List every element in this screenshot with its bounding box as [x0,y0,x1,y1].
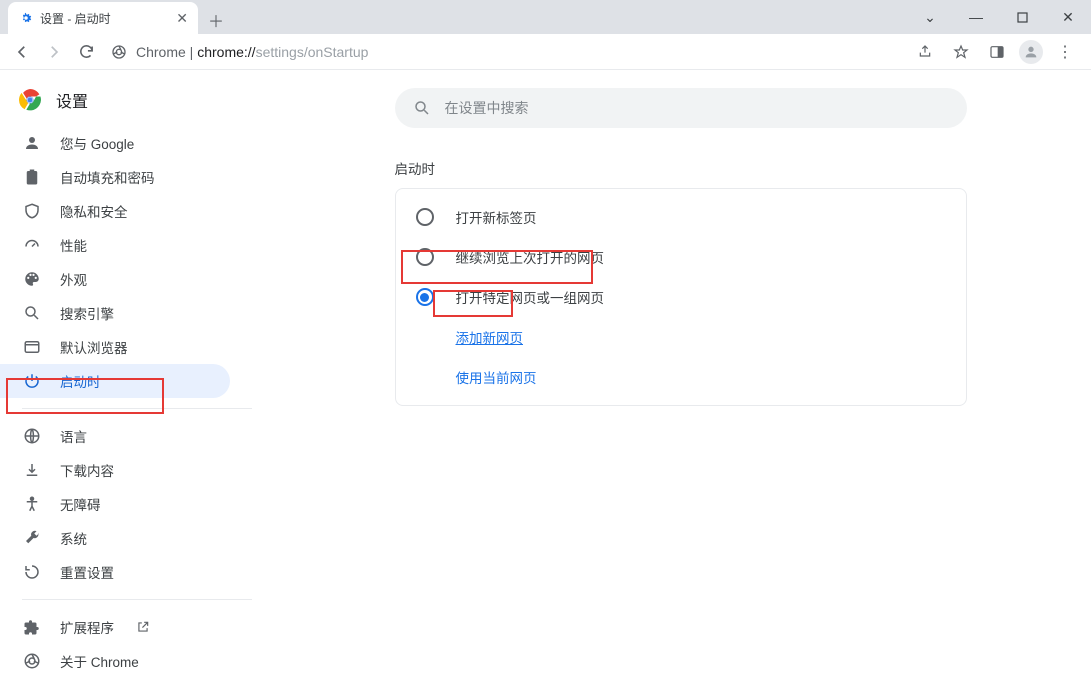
settings-main: 启动时 打开新标签页 继续浏览上次打开的网页 打开特定网页或一组网页 添加新网页 [270,70,1091,660]
sidebar-divider [22,599,252,600]
profile-avatar[interactable] [1019,40,1043,64]
minimize-button[interactable]: — [953,0,999,34]
startup-card: 打开新标签页 继续浏览上次打开的网页 打开特定网页或一组网页 添加新网页 使用当… [395,188,967,406]
share-icon[interactable] [911,38,939,66]
palette-icon [22,269,42,289]
sidebar-item-you-and-google[interactable]: 您与 Google [0,126,230,160]
close-tab-icon[interactable]: ✕ [176,10,188,27]
extension-icon [22,617,42,637]
sidebar-header: 设置 [0,88,270,126]
sidebar-item-privacy[interactable]: 隐私和安全 [0,194,230,228]
search-input[interactable] [445,100,949,116]
sidebar-item-label: 关于 Chrome [60,651,139,671]
sidebar-divider [22,408,252,409]
sidebar-item-reset[interactable]: 重置设置 [0,555,230,589]
sidebar-item-label: 启动时 [60,371,101,391]
gear-icon [18,10,34,26]
sidebar-item-label: 您与 Google [60,133,134,153]
use-current-pages-link[interactable]: 使用当前网页 [456,371,537,386]
reload-button[interactable] [72,38,100,66]
radio-icon [416,248,434,266]
on-startup-section: 启动时 打开新标签页 继续浏览上次打开的网页 打开特定网页或一组网页 添加新网页 [395,158,967,406]
sidepanel-icon[interactable] [983,38,1011,66]
speedometer-icon [22,235,42,255]
url-text: Chrome | chrome://settings/onStartup [136,44,368,60]
wrench-icon [22,528,42,548]
sidebar-item-autofill[interactable]: 自动填充和密码 [0,160,230,194]
bookmark-icon[interactable] [947,38,975,66]
back-button[interactable] [8,38,36,66]
radio-label: 继续浏览上次打开的网页 [456,247,605,267]
sidebar-item-label: 搜索引擎 [60,303,114,323]
sidebar-item-performance[interactable]: 性能 [0,228,230,262]
sidebar-item-label: 自动填充和密码 [60,167,155,187]
forward-button[interactable] [40,38,68,66]
radio-label: 打开特定网页或一组网页 [456,287,605,307]
address-bar[interactable]: Chrome | chrome://settings/onStartup [104,43,907,61]
sidebar-item-system[interactable]: 系统 [0,521,230,555]
sidebar-item-accessibility[interactable]: 无障碍 [0,487,230,521]
section-title: 启动时 [395,158,967,178]
power-icon [22,371,42,391]
person-icon [22,133,42,153]
radio-option-specific-pages[interactable]: 打开特定网页或一组网页 [396,277,966,317]
globe-icon [22,426,42,446]
sidebar-item-search[interactable]: 搜索引擎 [0,296,230,330]
sidebar-item-label: 外观 [60,269,87,289]
content-area: 设置 您与 Google 自动填充和密码 隐私和安全 性能 外观 搜索引擎 默认… [0,70,1091,660]
add-new-page-link[interactable]: 添加新网页 [456,331,524,346]
sidebar-item-label: 隐私和安全 [60,201,128,221]
sidebar-item-extensions[interactable]: 扩展程序 [0,610,230,644]
shield-icon [22,201,42,221]
radio-option-continue[interactable]: 继续浏览上次打开的网页 [396,237,966,277]
radio-option-new-tab[interactable]: 打开新标签页 [396,197,966,237]
menu-button[interactable]: ⋮ [1051,38,1079,66]
sidebar-item-appearance[interactable]: 外观 [0,262,230,296]
sidebar-item-label: 重置设置 [60,562,114,582]
settings-title: 设置 [56,88,88,112]
reset-icon [22,562,42,582]
dropdown-icon[interactable]: ⌄ [907,0,953,34]
search-icon [413,99,431,117]
sidebar-item-on-startup[interactable]: 启动时 [0,364,230,398]
clipboard-icon [22,167,42,187]
chrome-site-icon [110,43,128,61]
radio-icon [416,208,434,226]
sidebar-item-label: 语言 [60,426,87,446]
maximize-button[interactable] [999,0,1045,34]
new-tab-button[interactable]: ＋ [202,6,230,34]
chrome-icon [22,651,42,671]
sidebar-item-label: 无障碍 [60,494,101,514]
sidebar-item-label: 扩展程序 [60,617,114,637]
browser-toolbar: Chrome | chrome://settings/onStartup ⋮ [0,34,1091,70]
radio-label: 打开新标签页 [456,207,537,227]
sidebar-item-languages[interactable]: 语言 [0,419,230,453]
sidebar-item-downloads[interactable]: 下载内容 [0,453,230,487]
add-new-page-row[interactable]: 添加新网页 [396,317,966,357]
settings-sidebar: 设置 您与 Google 自动填充和密码 隐私和安全 性能 外观 搜索引擎 默认… [0,70,270,660]
sidebar-item-label: 性能 [60,235,87,255]
download-icon [22,460,42,480]
search-icon [22,303,42,323]
chrome-logo-icon [18,88,42,112]
browser-tab[interactable]: 设置 - 启动时 ✕ [8,2,198,34]
sidebar-item-label: 系统 [60,528,87,548]
sidebar-item-label: 默认浏览器 [60,337,128,357]
close-window-button[interactable]: ✕ [1045,0,1091,34]
accessibility-icon [22,494,42,514]
settings-search[interactable] [395,88,967,128]
sidebar-item-default-browser[interactable]: 默认浏览器 [0,330,230,364]
use-current-pages-row[interactable]: 使用当前网页 [396,357,966,397]
window-controls: ⌄ — ✕ [907,0,1091,34]
browser-icon [22,337,42,357]
radio-icon [416,288,434,306]
sidebar-item-about-chrome[interactable]: 关于 Chrome [0,644,230,678]
tab-title: 设置 - 启动时 [40,10,170,27]
sidebar-item-label: 下载内容 [60,460,114,480]
titlebar: 设置 - 启动时 ✕ ＋ ⌄ — ✕ [0,0,1091,34]
external-link-icon [136,620,150,634]
